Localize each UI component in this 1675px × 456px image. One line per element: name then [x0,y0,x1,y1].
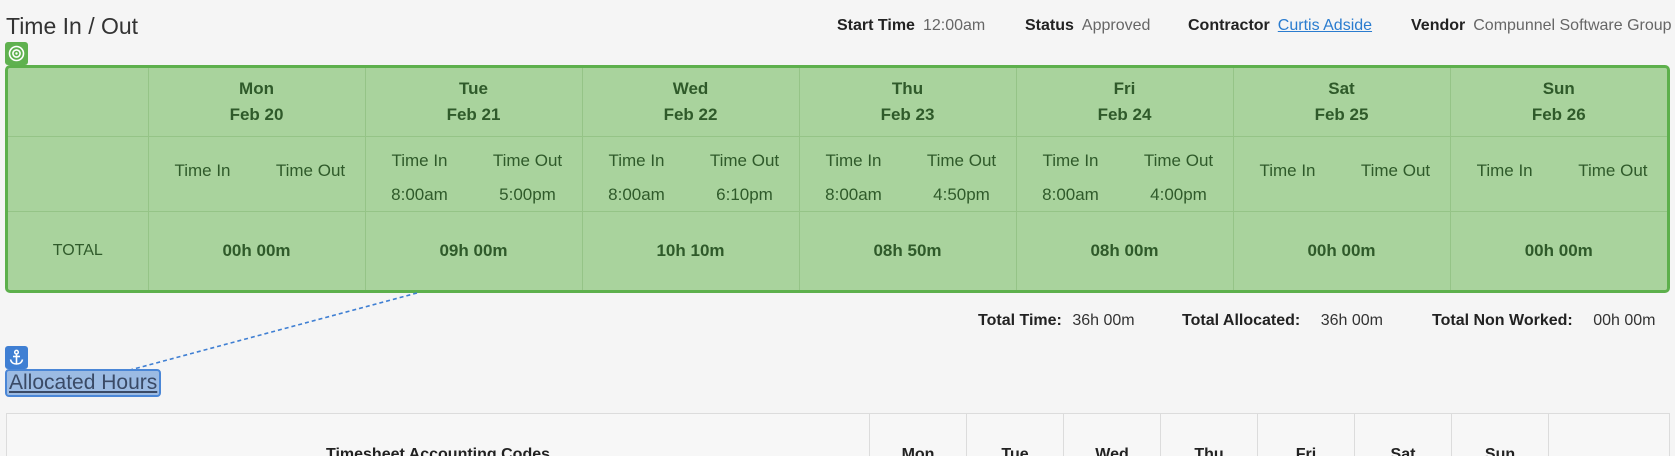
anchor-icon[interactable] [5,346,28,369]
time-cell-wed: Time In Time Out 8:00am 6:10pm [582,136,800,212]
corner-cell [8,68,149,137]
vendor-label: Vendor [1411,17,1466,34]
total-allocated: Total Allocated: 36h 00m [1182,312,1383,330]
time-cell-sun: Time In Time Out [1450,136,1667,212]
total-thu: 08h 50m [799,211,1017,290]
accounting-codes-header: Timesheet Accounting Codes [7,414,870,456]
day-header-row: Mon Feb 20 Tue Feb 21 Wed Feb 22 Thu Feb 23 … [8,68,1667,137]
time-in-out-row: Time In Time Out Time In Time Out 8:00am 5:… [8,136,1667,212]
vendor-value: Compunnel Software Group [1473,17,1672,34]
total-allocated-label: Total Allocated: [1182,312,1301,329]
target-icon[interactable] [5,42,28,65]
total-non-worked-label: Total Non Worked: [1432,312,1573,329]
day-header-sat: Sat Feb 25 [1233,68,1451,137]
status-label: Status [1025,17,1074,34]
time-cell-fri: Time In Time Out 8:00am 4:00pm [1016,136,1234,212]
contractor-meta: Contractor Curtis Adside [1188,17,1372,35]
total-sat: 00h 00m [1233,211,1451,290]
page-header: Time In / Out Start Time 12:00am Status Ap… [0,0,1675,56]
page-title: Time In / Out [6,13,139,39]
acc-col-sat: Sat [1355,414,1452,456]
contractor-link[interactable]: Curtis Adside [1278,17,1372,34]
total-allocated-value: 36h 00m [1320,312,1383,329]
time-cell-sat: Time In Time Out [1233,136,1451,212]
vendor-meta: Vendor Compunnel Software Group [1411,17,1672,35]
total-tue: 09h 00m [365,211,583,290]
day-header-fri: Fri Feb 24 [1016,68,1234,137]
day-header-mon: Mon Feb 20 [148,68,366,137]
total-non-worked: Total Non Worked: 00h 00m [1432,312,1655,330]
time-cell-tue: Time In Time Out 8:00am 5:00pm [365,136,583,212]
day-header-wed: Wed Feb 22 [582,68,800,137]
time-in-out-table[interactable]: Mon Feb 20 Tue Feb 21 Wed Feb 22 Thu Feb 23 … [5,65,1670,293]
acc-col-extra [1549,414,1671,456]
accounting-codes-table: Timesheet Accounting Codes Mon Tue Wed T… [6,413,1670,456]
total-sun: 00h 00m [1524,240,1593,260]
total-time-value: 36h 00m [1072,312,1135,329]
total-non-worked-value: 00h 00m [1593,312,1656,329]
time-cell-mon: Time In Time Out [148,136,366,212]
status-meta: Status Approved [1025,17,1150,35]
day-header-thu: Thu Feb 23 [799,68,1017,137]
acc-col-fri: Fri [1258,414,1355,456]
time-cell-thu: Time In Time Out 8:00am 4:50pm [799,136,1017,212]
acc-col-wed: Wed [1064,414,1161,456]
start-time-value: 12:00am [922,17,986,34]
total-time: Total Time: 36h 00m [978,312,1135,330]
allocated-hours-title[interactable]: Allocated Hours [5,369,162,397]
start-time-meta: Start Time 12:00am [837,17,985,35]
total-mon: 00h 00m [148,211,366,290]
contractor-label: Contractor [1188,17,1270,34]
day-header-sun: Sun Feb 26 [1450,68,1667,137]
day-header-tue: Tue Feb 21 [365,68,583,137]
start-time-label: Start Time [837,17,915,34]
acc-col-thu: Thu [1161,414,1258,456]
acc-col-mon: Mon [870,414,967,456]
time-table: Mon Feb 20 Tue Feb 21 Wed Feb 22 Thu Feb 23 … [8,68,1667,290]
acc-col-tue: Tue [967,414,1064,456]
total-time-label: Total Time: [978,312,1062,329]
total-wed: 10h 10m [582,211,800,290]
total-fri: 08h 00m [1016,211,1234,290]
time-row-label [8,136,149,212]
acc-col-sun: Sun [1452,414,1549,456]
status-value: Approved [1081,17,1151,34]
total-row: TOTAL 00h 00m 09h 00m 10h 10m 08h 50m 08… [8,211,1667,290]
total-label: TOTAL [8,211,149,290]
